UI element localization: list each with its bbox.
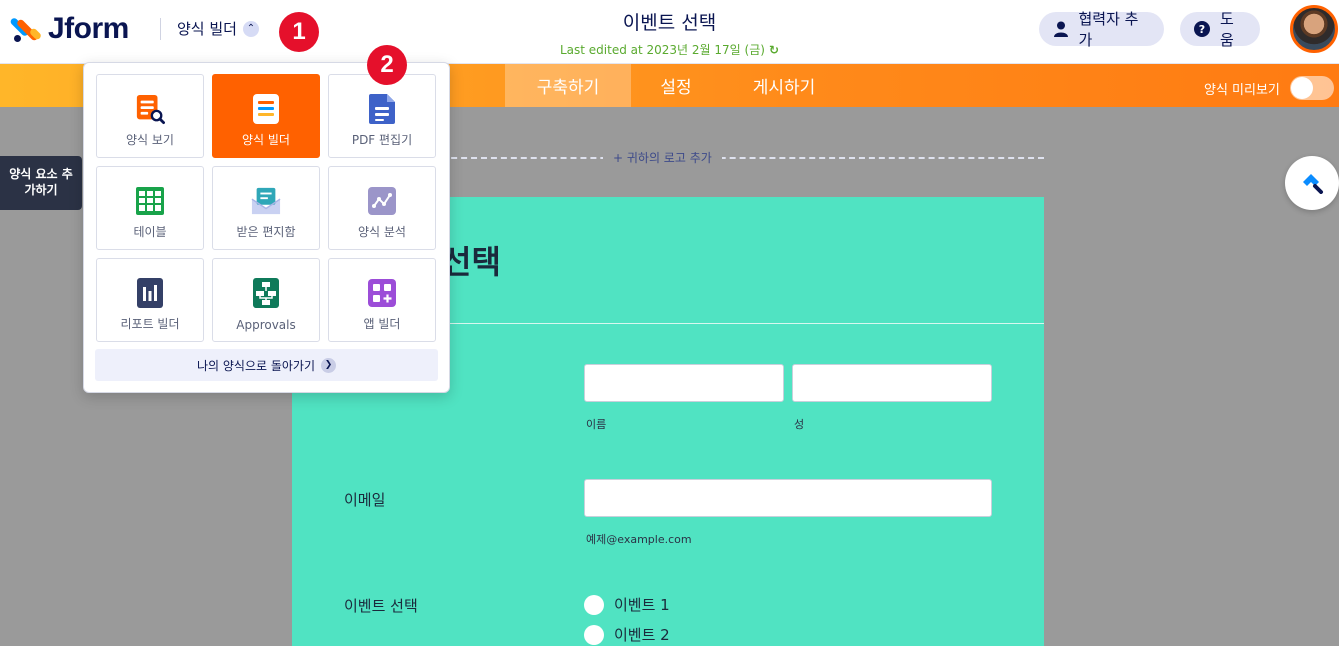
tile-label: 받은 편지함 (236, 225, 296, 239)
radio-button[interactable] (584, 594, 604, 615)
tile-approvals[interactable]: Approvals (212, 258, 320, 342)
first-name-input[interactable] (584, 364, 784, 402)
report-builder-icon (135, 277, 165, 309)
tile-label: Approvals (236, 318, 296, 332)
last-edited-text: Last edited at 2023년 2월 17일 (금) (559, 43, 765, 57)
event-select-label: 이벤트 선택 (344, 597, 418, 615)
last-name-input[interactable] (792, 364, 992, 402)
back-to-my-forms-button[interactable]: 나의 양식으로 돌아가기 ❯ (95, 349, 438, 381)
approvals-icon (251, 277, 281, 309)
tile-form-builder[interactable]: 양식 빌더 (212, 74, 320, 158)
paint-roller-icon (1299, 168, 1325, 198)
add-form-element-button[interactable]: 양식 요소 추가하기 (0, 156, 82, 210)
add-collaborator-button[interactable]: 협력자 추가 (1039, 10, 1164, 49)
user-avatar[interactable] (1290, 5, 1338, 53)
back-to-my-forms-label: 나의 양식으로 돌아가기 (196, 358, 316, 373)
tile-label: 양식 빌더 (242, 133, 290, 147)
form-heading[interactable]: 선택 (442, 237, 501, 283)
user-icon (1053, 21, 1069, 37)
help-icon: ? (1194, 21, 1210, 37)
preview-switch[interactable] (1289, 76, 1334, 100)
tile-label: 양식 분석 (358, 225, 406, 239)
tile-label: 테이블 (133, 225, 167, 239)
revision-history-icon[interactable]: ↻ (769, 43, 779, 57)
analytics-icon (367, 185, 397, 217)
app-builder-icon (367, 277, 397, 309)
tile-app-builder[interactable]: 앱 빌더 (328, 258, 436, 342)
form-view-icon (135, 93, 165, 125)
tile-tables[interactable]: 테이블 (96, 166, 204, 250)
first-name-sublabel: 이름 (586, 418, 607, 431)
tile-label: PDF 편집기 (351, 133, 413, 147)
product-switcher-popover: 양식 보기 양식 빌더 PDF 편집기 테이블 받은 편지함 양식 분석 리포트… (83, 62, 450, 393)
email-sublabel: 예제@example.com (586, 533, 692, 546)
email-label: 이메일 (344, 491, 386, 509)
top-header: Jform 양식 빌더 ⌃ 1 이벤트 선택 Last edited at 20… (0, 0, 1339, 64)
add-logo-link[interactable]: + 귀하의 로고 추가 (603, 149, 722, 166)
email-input[interactable] (584, 479, 992, 517)
tab-publish[interactable]: 게시하기 (721, 64, 847, 107)
radio-button[interactable] (584, 624, 604, 645)
form-preview-label: 양식 미리보기 (1204, 82, 1280, 98)
tile-pdf-editor[interactable]: PDF 편집기 (328, 74, 436, 158)
tab-settings[interactable]: 설정 (631, 64, 721, 107)
form-preview-toggle[interactable]: 양식 미리보기 (1204, 76, 1334, 100)
svg-text:?: ? (1199, 23, 1205, 36)
inbox-icon (251, 185, 281, 217)
last-name-sublabel: 성 (794, 418, 805, 431)
form-designer-button[interactable] (1285, 156, 1339, 210)
tab-build[interactable]: 구축하기 (505, 64, 631, 107)
event-option-label: 이벤트 1 (614, 596, 670, 614)
tile-label: 앱 빌더 (363, 317, 401, 331)
pdf-editor-icon (367, 93, 397, 125)
help-button[interactable]: ? 도움 (1180, 10, 1260, 49)
add-form-element-label: 양식 요소 추가하기 (9, 167, 73, 197)
tile-analytics[interactable]: 양식 분석 (328, 166, 436, 250)
form-builder-icon (251, 93, 281, 125)
tile-report-builder[interactable]: 리포트 빌더 (96, 258, 204, 342)
tile-form-view[interactable]: 양식 보기 (96, 74, 204, 158)
tile-label: 양식 보기 (126, 133, 174, 147)
help-label: 도움 (1220, 10, 1234, 49)
event-option-label: 이벤트 2 (614, 626, 670, 644)
annotation-badge-2: 2 (367, 45, 407, 85)
tile-label: 리포트 빌더 (120, 317, 180, 331)
table-icon (135, 185, 165, 217)
add-collaborator-label: 협력자 추가 (1078, 10, 1139, 49)
event-option-1[interactable]: 이벤트 1 (584, 594, 670, 615)
tile-inbox[interactable]: 받은 편지함 (212, 166, 320, 250)
event-option-2[interactable]: 이벤트 2 (584, 624, 670, 645)
chevron-right-icon: ❯ (321, 357, 337, 373)
